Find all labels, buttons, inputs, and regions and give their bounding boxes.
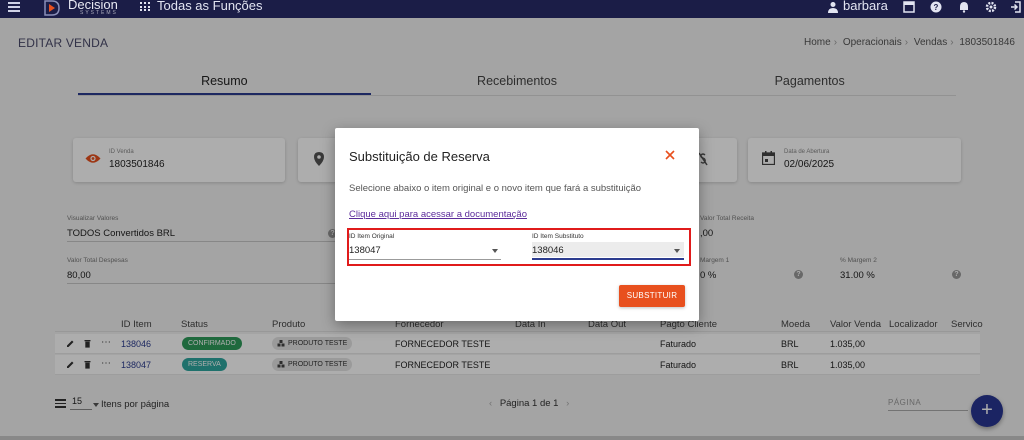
substitute-item-select[interactable]: 138046 bbox=[532, 245, 564, 256]
logout-icon[interactable] bbox=[1010, 1, 1022, 13]
decision-logo-icon bbox=[44, 0, 60, 16]
original-item-label: ID Item Original bbox=[349, 233, 395, 240]
original-item-select[interactable]: 138047 bbox=[349, 245, 381, 256]
select-underline bbox=[349, 259, 501, 260]
notification-bell-icon[interactable] bbox=[958, 1, 970, 13]
close-icon[interactable] bbox=[665, 150, 675, 160]
hamburger-menu-icon[interactable] bbox=[8, 2, 20, 12]
top-navigation-bar: Decision SYSTEMS Todas as Funções barbar… bbox=[0, 0, 1024, 18]
substitution-dialog: Substituição de Reserva Selecione abaixo… bbox=[335, 128, 699, 321]
select-underline-active bbox=[532, 258, 684, 260]
help-icon[interactable]: ? bbox=[930, 1, 942, 13]
user-name[interactable]: barbara bbox=[843, 0, 888, 13]
dropdown-caret-icon[interactable] bbox=[492, 249, 498, 253]
apps-grid-icon[interactable] bbox=[140, 2, 150, 12]
window-icon[interactable] bbox=[903, 1, 915, 13]
settings-gear-icon[interactable] bbox=[985, 1, 997, 13]
user-icon[interactable] bbox=[828, 1, 838, 13]
logo-subtitle: SYSTEMS bbox=[80, 10, 118, 16]
substitute-item-label: ID Item Substituto bbox=[532, 233, 584, 240]
all-functions-link[interactable]: Todas as Funções bbox=[157, 0, 263, 13]
dialog-title: Substituição de Reserva bbox=[349, 149, 490, 164]
dialog-description: Selecione abaixo o item original e o nov… bbox=[349, 183, 642, 194]
dropdown-caret-icon[interactable] bbox=[674, 249, 680, 253]
documentation-link[interactable]: Clique aqui para acessar a documentação bbox=[349, 209, 527, 220]
substituir-button[interactable]: SUBSTITUIR bbox=[619, 285, 685, 307]
svg-text:?: ? bbox=[934, 3, 939, 12]
